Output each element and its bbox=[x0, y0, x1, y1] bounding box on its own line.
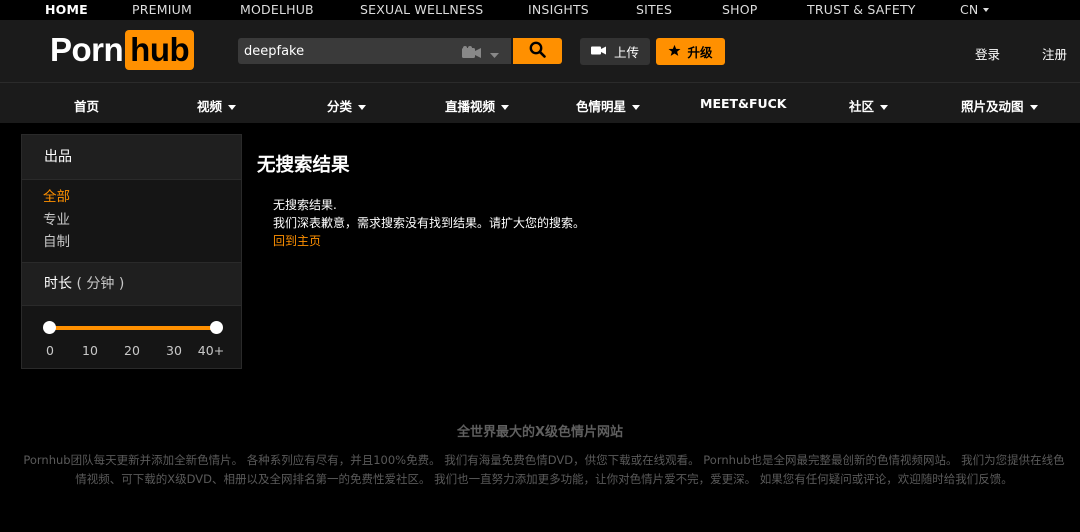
nav-item-label: 社区 bbox=[849, 99, 875, 114]
footer-title: 全世界最大的X级色情片网站 bbox=[456, 425, 624, 440]
login-link[interactable]: 登录 bbox=[975, 44, 1000, 63]
nav-item-videos[interactable]: 视频 bbox=[197, 96, 237, 115]
topbar-shop-link[interactable]: SHOP bbox=[722, 2, 758, 17]
no-results-heading: 无搜索结果. bbox=[273, 198, 337, 212]
duration-filter-title: 时长 ( 分钟 ) bbox=[22, 262, 241, 306]
topbar-trust-safety-link[interactable]: TRUST & SAFETY bbox=[807, 2, 916, 17]
no-results-message: 我们深表歉意，需求搜索没有找到结果。请扩大您的搜索。 bbox=[273, 216, 586, 230]
upgrade-label: 升级 bbox=[687, 45, 713, 60]
main-nav: 首页 视频 分类 直播视频 色情明星 MEET&FUCK 社区 照片及动图 bbox=[0, 82, 1080, 123]
nav-item-label: 分类 bbox=[327, 99, 353, 114]
duration-tick: 20 bbox=[124, 343, 140, 358]
topbar-premium-link[interactable]: PREMIUM bbox=[132, 2, 192, 17]
back-to-home-link[interactable]: 回到主页 bbox=[273, 232, 321, 249]
logo-text-left: Porn bbox=[50, 31, 124, 68]
filter-sidebar: 出品 全部 专业 自制 时长 ( 分钟 ) 0 10 20 30 40+ bbox=[21, 134, 242, 369]
nav-item-home[interactable]: 首页 bbox=[74, 96, 99, 115]
search-type-selector[interactable] bbox=[462, 44, 499, 63]
topbar-insights-link[interactable]: INSIGHTS bbox=[528, 2, 589, 17]
topbar-modelhub-link[interactable]: MODELHUB bbox=[240, 2, 314, 17]
page-title: 无搜索结果 bbox=[257, 155, 350, 176]
chevron-down-icon bbox=[983, 8, 990, 12]
chevron-down-icon bbox=[358, 105, 367, 110]
nav-item-meet-and-fuck[interactable]: MEET&FUCK bbox=[700, 96, 787, 111]
nav-item-label: 直播视频 bbox=[445, 99, 496, 114]
upgrade-button[interactable]: 升级 bbox=[656, 38, 725, 65]
chevron-down-icon bbox=[1029, 105, 1038, 110]
search-icon bbox=[529, 41, 546, 62]
duration-slider-max-handle[interactable] bbox=[209, 321, 223, 334]
chevron-down-icon bbox=[228, 105, 237, 110]
production-filter-title: 出品 bbox=[22, 135, 241, 180]
language-label: CN bbox=[960, 2, 979, 17]
search-input[interactable] bbox=[244, 38, 454, 64]
search-box bbox=[238, 38, 511, 64]
topbar-sexual-wellness-link[interactable]: SEXUAL WELLNESS bbox=[360, 2, 483, 17]
duration-tick: 0 bbox=[46, 343, 54, 358]
production-option-professional[interactable]: 专业 bbox=[43, 209, 241, 232]
language-selector[interactable]: CN bbox=[960, 2, 990, 17]
footer-description: Pornhub团队每天更新并添加全新色情片。 各种系列应有尽有，并且100%免费… bbox=[23, 453, 1065, 486]
chevron-down-icon bbox=[501, 105, 510, 110]
nav-item-pornstars[interactable]: 色情明星 bbox=[576, 96, 641, 115]
duration-tick: 30 bbox=[166, 343, 182, 358]
nav-item-live[interactable]: 直播视频 bbox=[445, 96, 510, 115]
chevron-down-icon bbox=[490, 44, 499, 63]
duration-ticks: 0 10 20 30 40+ bbox=[22, 343, 241, 359]
duration-title: 时长 bbox=[44, 276, 72, 292]
video-camera-icon bbox=[590, 44, 606, 59]
nav-item-community[interactable]: 社区 bbox=[849, 96, 889, 115]
top-bar: HOME PREMIUM MODELHUB SEXUAL WELLNESS IN… bbox=[0, 0, 1080, 20]
duration-slider-min-handle[interactable] bbox=[42, 321, 56, 334]
nav-item-label: 视频 bbox=[197, 99, 223, 114]
duration-tick: 40+ bbox=[197, 343, 225, 358]
register-link[interactable]: 注册 bbox=[1042, 44, 1067, 63]
site-logo[interactable]: Porn hub bbox=[50, 30, 195, 70]
topbar-sites-link[interactable]: SITES bbox=[636, 2, 672, 17]
site-header: Porn hub 上传 升级 登录 注册 bbox=[0, 20, 1080, 82]
video-camera-icon bbox=[462, 44, 484, 63]
logo-text-right: hub bbox=[125, 30, 195, 70]
duration-slider[interactable] bbox=[42, 321, 223, 334]
upload-label: 上传 bbox=[613, 45, 639, 60]
topbar-home-link[interactable]: HOME bbox=[45, 2, 88, 17]
chevron-down-icon bbox=[632, 105, 641, 110]
upload-button[interactable]: 上传 bbox=[580, 38, 650, 65]
duration-tick: 10 bbox=[82, 343, 98, 358]
duration-slider-range bbox=[49, 326, 216, 330]
nav-item-photos-gifs[interactable]: 照片及动图 bbox=[961, 96, 1038, 115]
nav-item-categories[interactable]: 分类 bbox=[327, 96, 367, 115]
production-filter-list: 全部 专业 自制 bbox=[22, 180, 241, 262]
duration-unit: ( 分钟 ) bbox=[76, 276, 125, 292]
search-button[interactable] bbox=[513, 38, 562, 64]
star-icon bbox=[668, 44, 681, 60]
nav-item-label: 照片及动图 bbox=[961, 99, 1024, 114]
nav-item-label: 色情明星 bbox=[576, 99, 627, 114]
production-option-homemade[interactable]: 自制 bbox=[43, 231, 241, 254]
chevron-down-icon bbox=[880, 105, 889, 110]
production-option-all[interactable]: 全部 bbox=[43, 186, 241, 209]
